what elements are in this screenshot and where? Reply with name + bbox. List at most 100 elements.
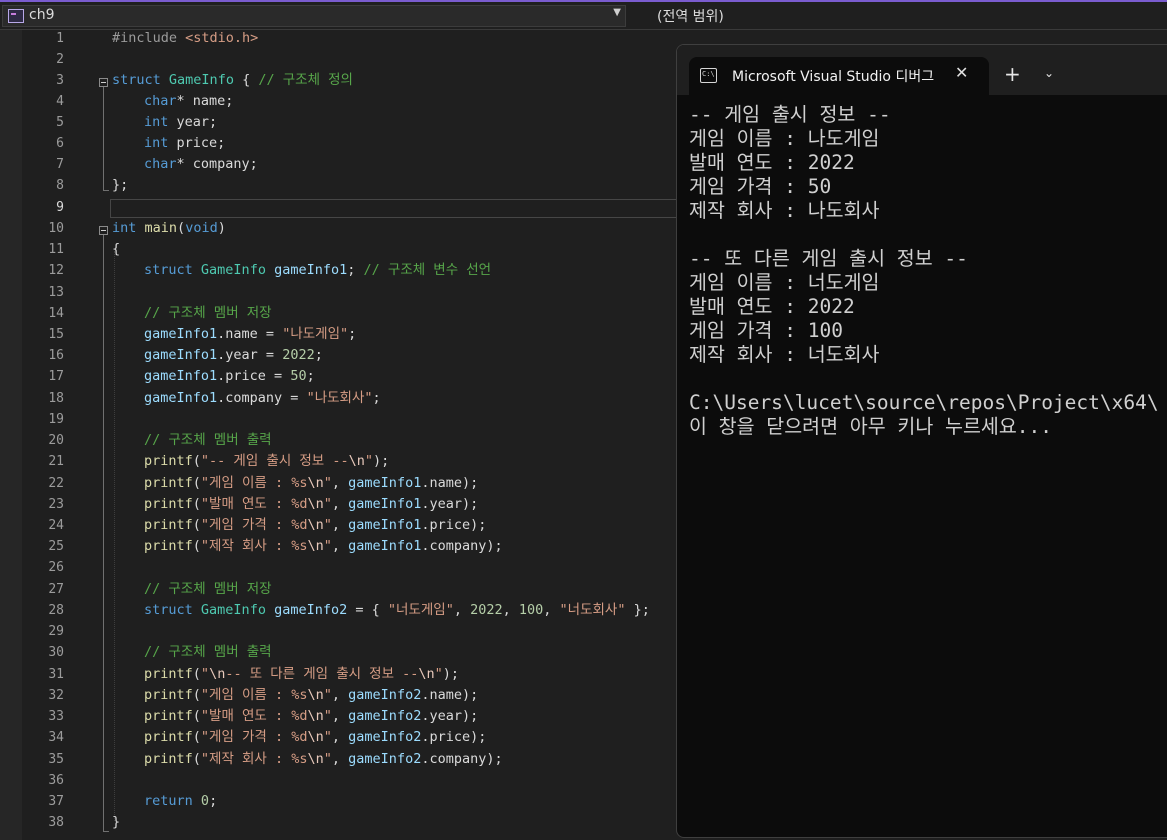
token: \n <box>307 729 324 745</box>
token: GameInfo <box>200 262 266 278</box>
new-tab-button[interactable]: + <box>1004 62 1021 86</box>
debug-console-window: C:\ Microsoft Visual Studio 디버그 ✕ + ⌄ --… <box>676 44 1167 838</box>
console-line: 게임 이름 : 나도게임 <box>689 127 880 150</box>
token: , <box>331 475 349 491</box>
token: = { <box>347 602 388 618</box>
console-line: 게임 이름 : 너도게임 <box>689 271 880 294</box>
code-line-20: // 구조체 멤버 출력 <box>144 430 272 451</box>
token: printf <box>144 708 193 724</box>
token: \n <box>418 666 435 682</box>
code-line-21: printf("-- 게임 출시 정보 --\n"); <box>144 451 389 472</box>
fold-guide-end <box>103 190 109 191</box>
token: ( <box>192 708 201 724</box>
token: return <box>144 793 193 809</box>
code-line-17: gameInfo1.price = 50; <box>144 366 315 387</box>
fold-guide-end <box>103 831 109 832</box>
code-line-35: printf("제작 회사 : %s\n", gameInfo2.company… <box>144 749 503 770</box>
token: "나도게임" <box>282 326 349 342</box>
project-dropdown[interactable]: ch9 ▼ <box>2 5 626 27</box>
code-line-23: printf("발매 연도 : %d\n", gameInfo1.year); <box>144 494 478 515</box>
token: "-- 게임 출시 정보 -- <box>200 453 349 469</box>
token: " <box>323 538 332 554</box>
collapse-main-icon[interactable] <box>99 226 108 235</box>
line-number: 17 <box>48 369 64 384</box>
token: gameInfo1 <box>348 538 422 554</box>
code-line-12: struct GameInfo gameInfo1; // 구조체 변수 선언 <box>144 260 491 281</box>
token: "너도회사" <box>559 602 626 618</box>
code-line-30: // 구조체 멤버 출력 <box>144 642 272 663</box>
line-number: 22 <box>48 476 64 491</box>
terminal-icon: C:\ <box>700 68 717 83</box>
code-line-32: printf("게임 이름 : %s\n", gameInfo2.name); <box>144 685 478 706</box>
console-line: -- 또 다른 게임 출시 정보 -- <box>689 247 968 270</box>
token: ( <box>177 220 186 236</box>
token: printf <box>144 687 193 703</box>
token: ( <box>192 475 201 491</box>
token: "게임 가격 : %d <box>200 517 308 533</box>
token: // 구조체 멤버 출력 <box>144 644 272 660</box>
token: ); <box>373 453 390 469</box>
code-line-3: struct GameInfo { // 구조체 정의 <box>112 70 353 91</box>
code-line-7: char* company; <box>144 154 258 175</box>
token: .year); <box>421 496 479 512</box>
line-number: 25 <box>48 539 64 554</box>
token: printf <box>144 666 193 682</box>
token: .company); <box>421 538 503 554</box>
token: .company = <box>217 390 307 406</box>
token: "발매 연도 : %d <box>200 708 308 724</box>
token: printf <box>144 453 193 469</box>
line-number: 12 <box>48 263 64 278</box>
token: printf <box>144 751 193 767</box>
code-line-16: gameInfo1.year = 2022; <box>144 345 323 366</box>
token: \n <box>209 666 226 682</box>
line-number: 34 <box>48 730 64 745</box>
token: .price); <box>421 729 487 745</box>
token: * company; <box>176 156 258 172</box>
token: "나도회사" <box>306 390 373 406</box>
line-number: 26 <box>48 560 64 575</box>
code-line-27: // 구조체 멤버 저장 <box>144 579 272 600</box>
fold-guide <box>103 235 104 831</box>
line-number: 16 <box>48 348 64 363</box>
line-number: 6 <box>56 136 64 151</box>
line-number: 13 <box>48 285 64 300</box>
token: .name = <box>217 326 283 342</box>
console-tab-title: Microsoft Visual Studio 디버그 <box>732 69 935 85</box>
token: " <box>323 751 332 767</box>
token: "발매 연도 : %d <box>200 496 308 512</box>
collapse-struct-icon[interactable] <box>99 78 108 87</box>
project-icon <box>8 9 24 23</box>
console-titlebar: C:\ Microsoft Visual Studio 디버그 ✕ + ⌄ <box>677 45 1167 95</box>
token: gameInfo2 <box>348 729 422 745</box>
close-icon[interactable]: ✕ <box>955 63 968 82</box>
code-line-18: gameInfo1.company = "나도회사"; <box>144 388 381 409</box>
console-tab[interactable]: C:\ Microsoft Visual Studio 디버그 ✕ <box>689 57 989 95</box>
token: printf <box>144 729 193 745</box>
chevron-down-icon[interactable]: ⌄ <box>1044 66 1054 80</box>
code-editor[interactable]: #include <stdio.h> struct GameInfo { // … <box>70 30 710 840</box>
code-line-37: return 0; <box>144 791 217 812</box>
line-number: 19 <box>48 412 64 427</box>
token: \n <box>348 453 365 469</box>
scope-dropdown[interactable]: (전역 범위) <box>631 5 1167 27</box>
token: ; <box>348 326 357 342</box>
token: \n <box>307 475 324 491</box>
line-number: 21 <box>48 454 64 469</box>
token: struct <box>144 262 193 278</box>
token: ( <box>192 496 201 512</box>
token: , <box>453 602 471 618</box>
token: " <box>323 475 332 491</box>
token: ( <box>192 687 201 703</box>
token: * name; <box>176 93 234 109</box>
token: // 구조체 멤버 출력 <box>144 432 272 448</box>
token: GameInfo <box>200 602 266 618</box>
token: price; <box>168 135 226 151</box>
token: "게임 이름 : %s <box>200 475 308 491</box>
token: \n <box>307 687 324 703</box>
token: .price = <box>217 368 291 384</box>
token: .year); <box>421 708 479 724</box>
